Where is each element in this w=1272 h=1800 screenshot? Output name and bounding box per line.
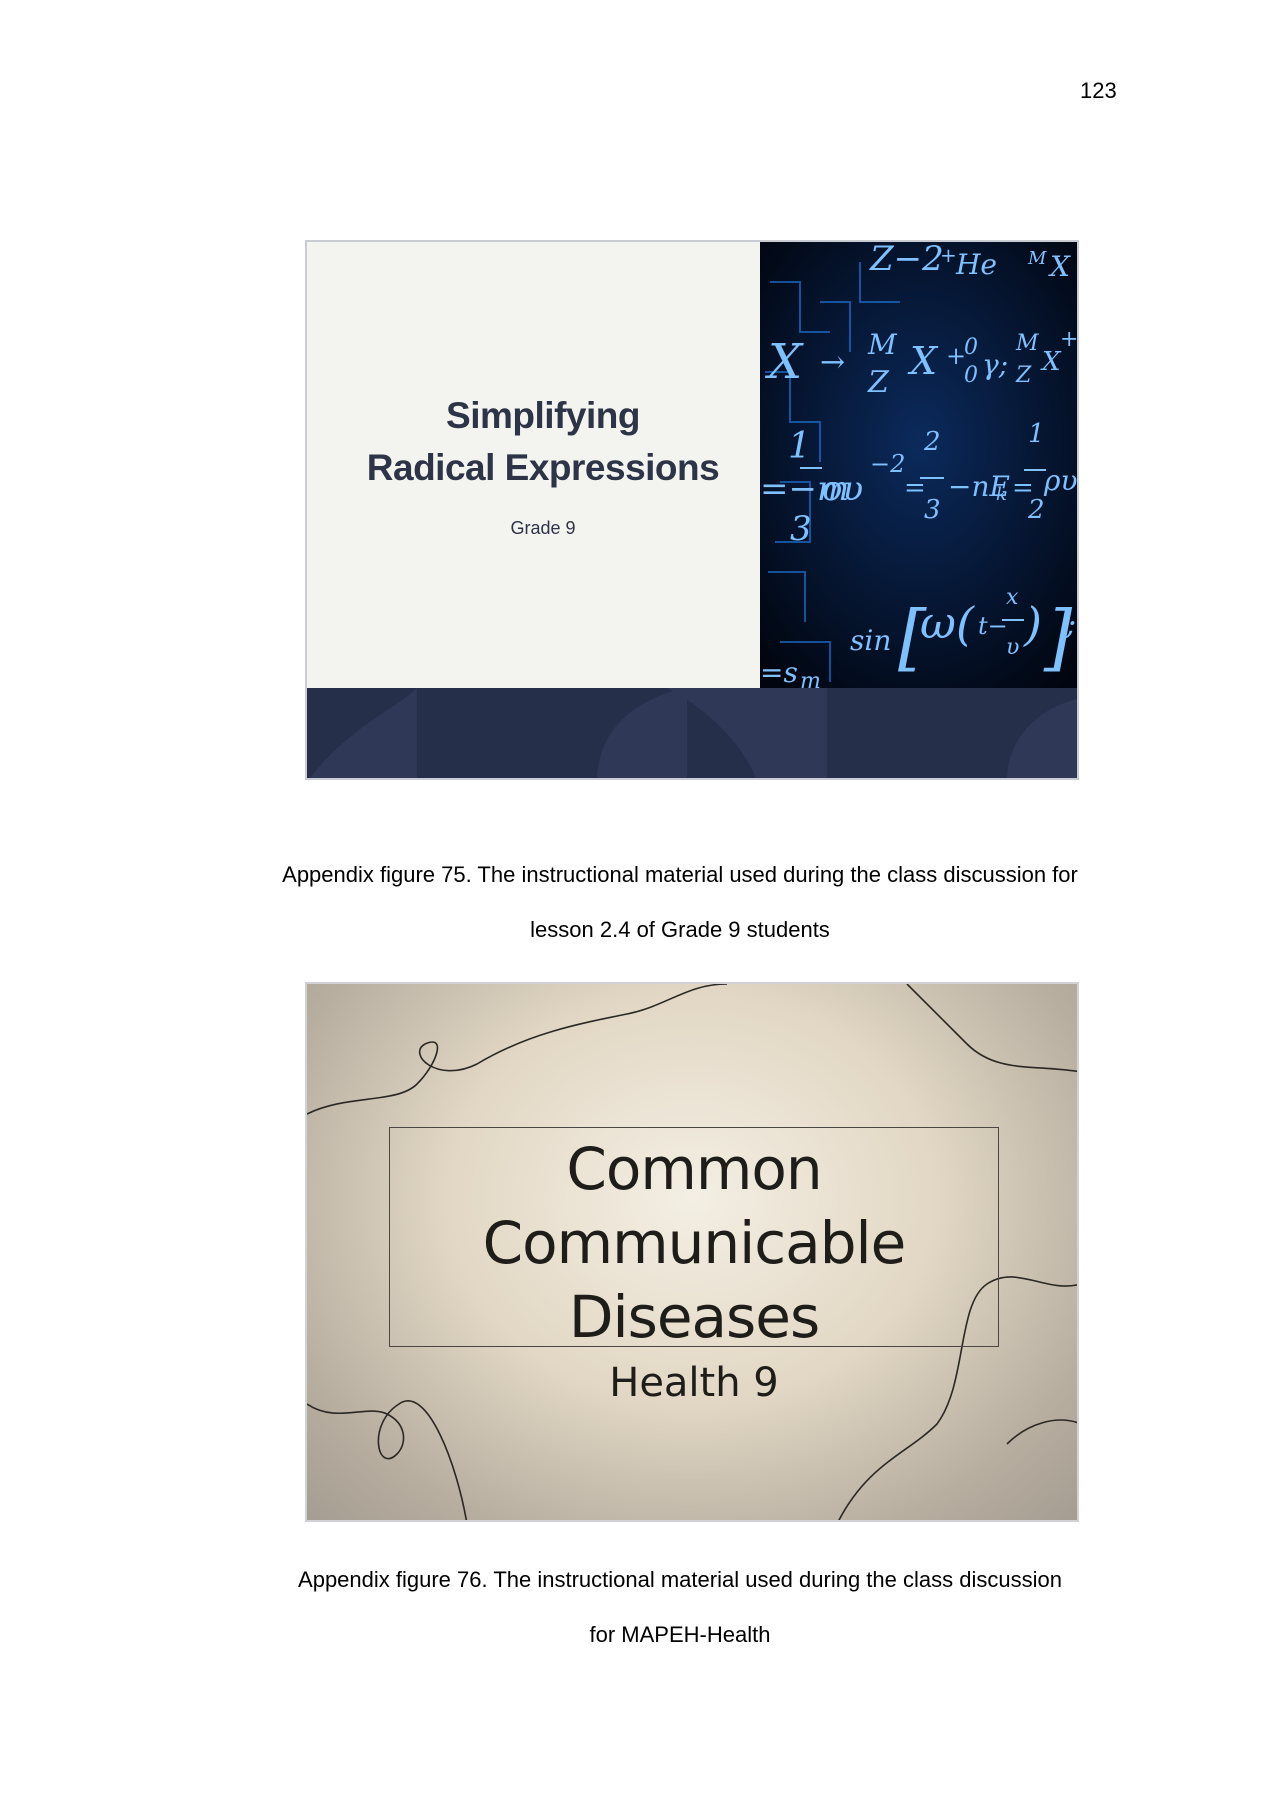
svg-text:k: k xyxy=(996,484,1007,505)
svg-text:sin: sin xyxy=(850,624,891,657)
figure-caption: Appendix figure 76. The instructional ma… xyxy=(298,1567,1062,1592)
svg-text:M: M xyxy=(867,328,898,361)
slide-subtitle: Grade 9 xyxy=(510,518,576,538)
svg-text:X: X xyxy=(1040,347,1062,377)
svg-text:X: X xyxy=(907,339,939,383)
slide-footer-band xyxy=(307,688,1077,778)
svg-text:He: He xyxy=(955,248,997,281)
slide-title-line: Radical Expressions xyxy=(366,447,720,488)
svg-text:M: M xyxy=(1027,248,1047,269)
figure-caption: Appendix figure 75. The instructional ma… xyxy=(282,862,1078,887)
svg-text:γ;: γ; xyxy=(982,348,1008,381)
slide-title: Common Communicable Diseases xyxy=(307,1132,1077,1354)
svg-text:0: 0 xyxy=(964,335,978,360)
svg-text:1: 1 xyxy=(1028,419,1045,449)
slide-radical-expressions: Simplifying Radical Expressions Grade 9 xyxy=(305,240,1079,780)
svg-text:3: 3 xyxy=(790,509,812,549)
svg-text:m: m xyxy=(800,669,821,688)
svg-text:oυ: oυ xyxy=(822,469,863,509)
svg-text:1: 1 xyxy=(788,426,811,467)
svg-text:X: X xyxy=(1048,250,1071,283)
svg-text:→: → xyxy=(820,345,845,380)
svg-text:x: x xyxy=(1006,585,1019,610)
svg-text:2: 2 xyxy=(1027,495,1045,525)
svg-text:): ) xyxy=(1023,597,1042,651)
slide-title-line: Communicable xyxy=(482,1209,907,1277)
slide-title-line: Common xyxy=(566,1135,822,1203)
svg-text:+: + xyxy=(940,243,957,267)
figure-caption: for MAPEH-Health xyxy=(589,1622,771,1647)
svg-text:M: M xyxy=(1015,331,1039,356)
svg-text:(: ( xyxy=(956,597,975,651)
slide-title-line: Simplifying xyxy=(446,395,640,436)
math-formulas-image: Z−2 + He M X X → M Z X + 0 0 γ; M Z X +B… xyxy=(760,242,1079,688)
svg-text:3: 3 xyxy=(924,495,941,525)
svg-text:−2: −2 xyxy=(870,450,905,478)
svg-text:;: ; xyxy=(1065,607,1076,642)
slide-subtitle: Health 9 xyxy=(609,1360,779,1406)
svg-text:Z−2: Z−2 xyxy=(869,242,944,279)
svg-text:υ: υ xyxy=(1006,635,1019,660)
svg-text:X: X xyxy=(764,334,804,390)
svg-text:=s: =s xyxy=(760,656,798,688)
svg-text:+B: +B xyxy=(1060,327,1079,352)
svg-text:Z: Z xyxy=(1015,363,1032,388)
svg-text:ω: ω xyxy=(920,598,956,649)
slide-title: Simplifying Radical Expressions xyxy=(307,390,779,494)
svg-text:Z: Z xyxy=(867,365,890,400)
slide-communicable-diseases: Common Communicable Diseases Health 9 xyxy=(305,982,1079,1522)
svg-text:ρυ: ρυ xyxy=(1043,464,1077,497)
slide-title-line: Diseases xyxy=(568,1283,820,1351)
svg-text:0: 0 xyxy=(964,363,978,388)
page-number: 123 xyxy=(1080,78,1117,103)
svg-text:t−: t− xyxy=(978,612,1008,640)
svg-text:2: 2 xyxy=(923,427,941,457)
figure-caption: lesson 2.4 of Grade 9 students xyxy=(530,917,830,942)
